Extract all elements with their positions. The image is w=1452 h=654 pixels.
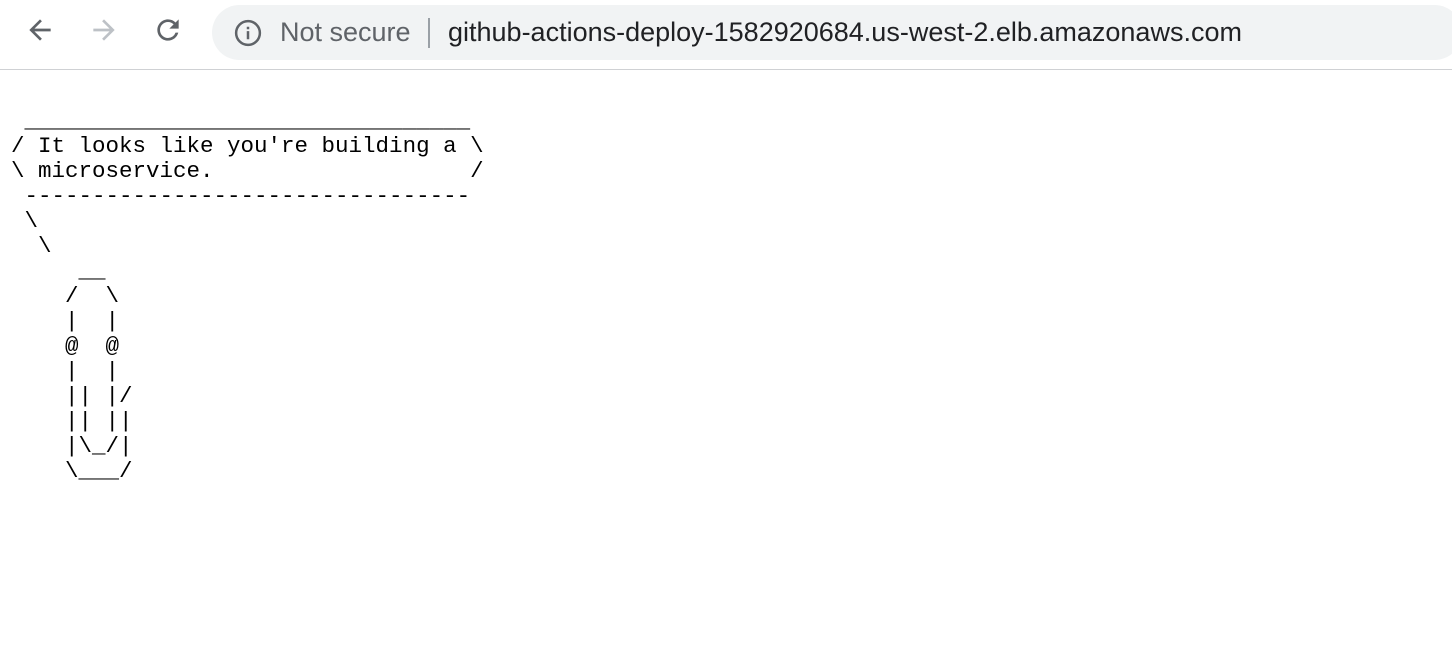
- reload-icon: [157, 19, 179, 41]
- address-bar[interactable]: Not secure github-actions-deploy-1582920…: [212, 5, 1452, 60]
- security-status-label[interactable]: Not secure: [280, 5, 411, 60]
- page-content: _________________________________ / It l…: [0, 70, 1452, 654]
- reload-button[interactable]: [148, 10, 188, 50]
- forward-button[interactable]: [84, 10, 124, 50]
- browser-toolbar: Not secure github-actions-deploy-1582920…: [0, 0, 1452, 70]
- info-circle-icon[interactable]: [233, 18, 263, 48]
- ascii-art-clippy: _________________________________ / It l…: [11, 108, 484, 484]
- arrow-left-icon: [29, 19, 51, 41]
- omnibox-divider: [428, 18, 430, 48]
- url-text[interactable]: github-actions-deploy-1582920684.us-west…: [448, 5, 1242, 60]
- arrow-right-icon: [93, 19, 115, 41]
- back-button[interactable]: [20, 10, 60, 50]
